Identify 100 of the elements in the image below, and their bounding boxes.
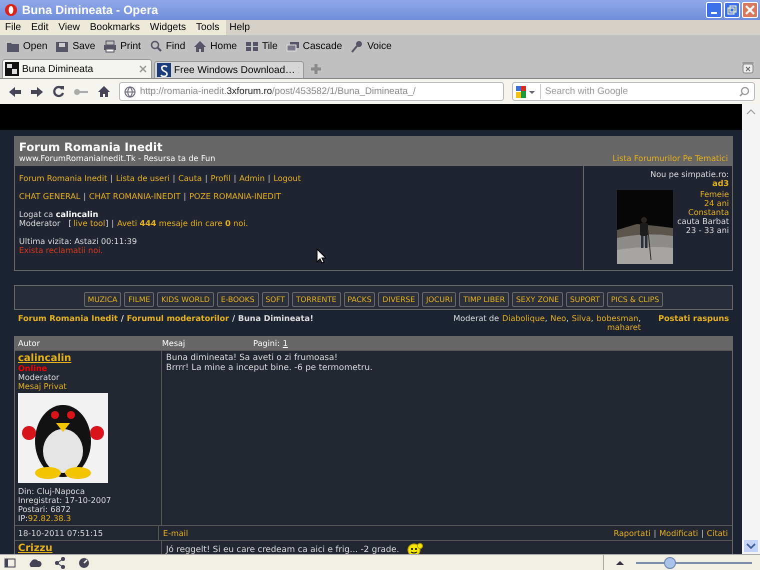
- share-icon[interactable]: [54, 556, 66, 568]
- post-text: Brrrr! La mine a inceput bine. -6 pe termometru.: [166, 363, 374, 373]
- moderator-link[interactable]: Silva: [572, 314, 591, 323]
- separator: |: [234, 174, 236, 183]
- last-visit-text: Ultima vizita: Astazi 00:11:39: [19, 237, 138, 246]
- zoom-slider[interactable]: [636, 556, 752, 568]
- post-action-link[interactable]: Modificati: [659, 528, 698, 538]
- promo-user-link[interactable]: ad3: [712, 179, 729, 188]
- menu-item[interactable]: Bookmarks: [84, 20, 145, 35]
- close-button[interactable]: [742, 2, 758, 18]
- menu-item[interactable]: Edit: [26, 20, 54, 35]
- menu-item[interactable]: Help: [224, 20, 255, 35]
- folder-icon: [6, 40, 20, 53]
- separator: |: [204, 174, 208, 183]
- nav-link[interactable]: CHAT ROMANIA-INEDIT: [89, 192, 180, 201]
- browser-tab[interactable]: Free Windows Download…: [154, 61, 304, 78]
- messages-link[interactable]: Aveti 444 mesaje din care 0 noi.: [117, 219, 248, 228]
- reload-icon[interactable]: [52, 85, 65, 98]
- forum-title: Forum Romania Inedit: [19, 140, 164, 154]
- column-header: Autor: [17, 339, 41, 348]
- minimize-button[interactable]: [706, 2, 722, 18]
- zoom-menu-icon[interactable]: [616, 560, 624, 565]
- cascade-icon: [286, 40, 300, 53]
- toolbar-button[interactable]: Print: [100, 40, 144, 53]
- scroll-up-icon[interactable]: [745, 108, 757, 116]
- promo-detail: 24 ani: [704, 199, 729, 208]
- trash-icon[interactable]: [742, 61, 754, 74]
- speed-dial-icon[interactable]: [78, 556, 90, 568]
- nav-link[interactable]: POZE ROMANIA-INEDIT: [189, 192, 281, 201]
- menu-item[interactable]: File: [0, 20, 26, 35]
- browser-tab[interactable]: Buna Dimineata: [2, 59, 152, 78]
- promo-detail: 23 - 33 ani: [686, 226, 729, 235]
- scrollbar[interactable]: [742, 104, 760, 554]
- opera-logo-icon: [4, 3, 18, 17]
- menu-item[interactable]: Widgets: [144, 20, 191, 35]
- post-action-link[interactable]: Raportati: [614, 528, 651, 538]
- author-link[interactable]: calincalin: [18, 353, 72, 364]
- post-reply-link[interactable]: Postati raspuns: [658, 314, 729, 323]
- nav-link[interactable]: CHAT GENERAL: [19, 192, 80, 201]
- post-text: Buna dimineata! Sa aveti o zi frumoasa!: [166, 353, 339, 363]
- separator: |: [83, 192, 86, 201]
- menu-item[interactable]: Tools: [191, 20, 224, 35]
- page-link[interactable]: 1: [282, 339, 288, 348]
- breadcrumb-link[interactable]: Forum Romania Inedit: [18, 314, 118, 323]
- close-icon: [745, 5, 755, 15]
- toolbar-button[interactable]: Tile: [242, 40, 281, 53]
- moderator-link[interactable]: Diabolique: [502, 314, 545, 323]
- toolbar-button[interactable]: Voice: [347, 40, 395, 53]
- window-title: Buna Dimineata - Opera: [22, 3, 160, 17]
- globe-icon: [124, 86, 136, 98]
- smiley-icon: [407, 543, 424, 554]
- moderators-label: Moderat de: [453, 314, 500, 323]
- moderator-link[interactable]: maharet: [607, 323, 641, 332]
- author-link[interactable]: Crizzu: [18, 543, 52, 554]
- search-engine-icon[interactable]: [515, 84, 537, 98]
- search-icon: [148, 40, 163, 53]
- forum-subtitle: www.ForumRomaniaInedit.Tk - Resursa ta de Fun: [19, 154, 216, 163]
- forward-icon[interactable]: [30, 86, 44, 98]
- home-icon: [193, 40, 208, 53]
- toolbar-button[interactable]: Home: [190, 40, 240, 53]
- email-link[interactable]: E-mail: [163, 528, 188, 538]
- nav-link[interactable]: Admin: [239, 174, 265, 183]
- nav-link[interactable]: Lista de useri: [116, 174, 170, 183]
- back-icon[interactable]: [8, 86, 22, 98]
- ip-address: 92.82.38.3: [28, 514, 72, 523]
- address-field[interactable]: http://romania-inedit.3xforum.ro/post/453582/1/Buna_Dimineata_/: [119, 82, 504, 101]
- live-tool-link[interactable]: live tool: [73, 219, 106, 228]
- home-icon[interactable]: [97, 85, 111, 98]
- toolbar-button[interactable]: Find: [146, 40, 188, 53]
- toolbar-button[interactable]: Cascade: [282, 40, 346, 53]
- search-icon[interactable]: [739, 86, 750, 97]
- user-rank: Moderator: [18, 373, 60, 382]
- separator: |: [701, 528, 704, 538]
- comma: ,: [566, 314, 569, 323]
- nav-link[interactable]: Cauta: [178, 174, 202, 183]
- nav-link[interactable]: Logout: [273, 174, 301, 183]
- toolbar-button[interactable]: Save: [52, 40, 98, 53]
- toolbar-button[interactable]: Open: [3, 40, 50, 53]
- cloud-icon[interactable]: [28, 558, 42, 568]
- restore-button[interactable]: [724, 2, 740, 18]
- breadcrumb-current: Buna Dimineata!: [238, 314, 314, 323]
- microphone-icon: [350, 40, 364, 53]
- promo-detail: Constanta: [688, 208, 729, 217]
- breadcrumb-link[interactable]: Forumul moderatorilor: [126, 314, 230, 323]
- profile-info: Din: Cluj-Napoca: [18, 487, 86, 496]
- nav-link[interactable]: Forum Romania Inedit: [19, 174, 108, 183]
- promo-detail: Femeie: [700, 190, 729, 199]
- promo-detail: cauta Barbat: [677, 217, 729, 226]
- moderator-link[interactable]: Neo: [550, 314, 566, 323]
- menu-item[interactable]: View: [53, 20, 85, 35]
- scroll-down-icon[interactable]: [744, 540, 758, 552]
- private-message-link[interactable]: Mesaj Privat: [18, 382, 67, 391]
- close-tab-icon[interactable]: [139, 65, 147, 73]
- nav-link[interactable]: Profil: [210, 174, 231, 183]
- separator: |: [654, 528, 656, 538]
- logged-in-text: Logat ca calincalin: [19, 210, 100, 219]
- panel-icon[interactable]: [4, 556, 16, 568]
- post-action-link[interactable]: Citati: [706, 528, 728, 538]
- breadcrumb-separator: /: [120, 314, 124, 323]
- moderator-link[interactable]: bobesman: [596, 314, 638, 323]
